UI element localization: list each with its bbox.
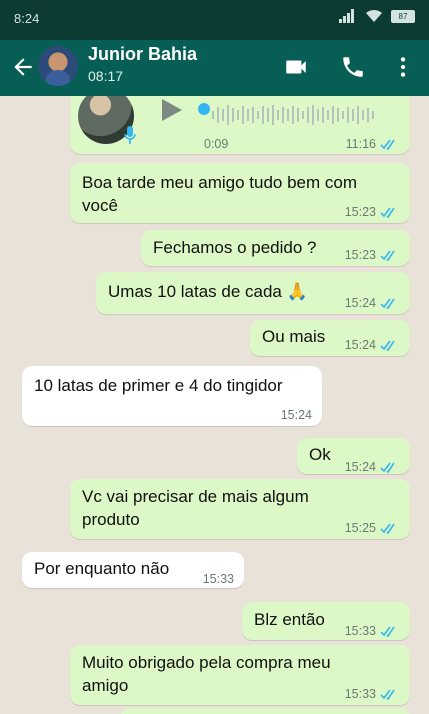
message-text: Ok: [309, 445, 331, 464]
message-text: 10 latas de primer e 4 do tingidor: [34, 376, 283, 395]
read-ticks-icon: [380, 462, 395, 473]
audio-progress-dot[interactable]: [198, 103, 210, 115]
status-icons: 87: [339, 9, 415, 23]
message-bubble[interactable]: Umas 10 latas de cada 🙏 15:24: [96, 272, 410, 314]
voice-call-icon[interactable]: [340, 54, 366, 80]
message-time: 15:24: [344, 338, 376, 352]
message-meta: 11:16: [346, 133, 398, 156]
message-text: Ou mais: [262, 327, 326, 346]
message-meta: 15:33: [345, 683, 398, 706]
microphone-icon: [124, 126, 136, 144]
back-arrow-icon[interactable]: [10, 54, 36, 80]
audio-message[interactable]: 0:09 11:16: [70, 96, 410, 154]
play-icon[interactable]: [158, 96, 184, 124]
message-bubble-partial[interactable]: [120, 708, 410, 714]
message-time: 15:23: [344, 205, 376, 219]
message-meta: 15:24: [281, 404, 312, 427]
message-bubble[interactable]: Ou mais 15:24: [250, 320, 410, 356]
message-text: Muito obrigado pela compra meu amigo: [82, 653, 331, 695]
audio-waveform[interactable]: [190, 102, 390, 128]
signal-icon: [339, 9, 357, 23]
message-bubble[interactable]: Fechamos o pedido ? 15:23: [141, 230, 410, 266]
more-options-icon[interactable]: [390, 54, 416, 80]
contact-subtitle: 08:17: [88, 68, 124, 84]
message-time: 11:16: [345, 137, 376, 151]
message-bubble[interactable]: Vc vai precisar de mais algum produto 15…: [70, 479, 410, 539]
chat-area[interactable]: 0:09 11:16 Boa tarde meu amigo tudo bem …: [0, 96, 429, 714]
message-text: Por enquanto não: [34, 559, 170, 578]
wifi-icon: [366, 9, 382, 22]
read-ticks-icon: [380, 626, 395, 637]
message-text: Vc vai precisar de mais algum produto: [82, 487, 309, 529]
message-time: 15:24: [280, 408, 312, 422]
read-ticks-icon: [380, 523, 395, 534]
read-ticks-icon: [380, 207, 395, 218]
read-ticks-icon: [380, 298, 395, 309]
read-ticks-icon: [380, 340, 395, 351]
battery-indicator: 87: [391, 9, 415, 23]
status-bar: 8:24 87: [0, 0, 429, 40]
message-meta: 15:33: [203, 568, 234, 591]
message-bubble[interactable]: Por enquanto não 15:33: [22, 552, 244, 588]
read-ticks-icon: [380, 139, 395, 150]
message-meta: 15:24: [345, 334, 398, 357]
message-bubble[interactable]: Ok 15:24: [297, 438, 410, 474]
read-ticks-icon: [380, 689, 395, 700]
message-bubble[interactable]: Blz então 15:33: [242, 602, 410, 640]
message-time: 15:25: [344, 521, 376, 535]
message-time: 15:33: [344, 687, 376, 701]
contact-avatar[interactable]: [38, 46, 78, 86]
message-text: Boa tarde meu amigo tudo bem com você: [82, 173, 357, 215]
message-bubble[interactable]: Boa tarde meu amigo tudo bem com você 15…: [70, 163, 410, 223]
message-time: 15:24: [344, 460, 376, 474]
read-ticks-icon: [380, 250, 395, 261]
audio-duration: 0:09: [204, 137, 229, 151]
message-time: 15:33: [344, 624, 376, 638]
message-text: Fechamos o pedido ?: [153, 238, 317, 257]
message-text: Blz então: [254, 610, 325, 629]
contact-name[interactable]: Junior Bahia: [88, 44, 197, 65]
message-bubble[interactable]: Muito obrigado pela compra meu amigo 15:…: [70, 645, 410, 705]
message-meta: 15:24: [345, 456, 398, 479]
message-meta: 15:23: [345, 201, 398, 224]
message-meta: 15:24: [345, 292, 398, 315]
message-bubble[interactable]: 10 latas de primer e 4 do tingidor 15:24: [22, 366, 322, 426]
message-meta: 15:23: [345, 244, 398, 267]
chat-header: Junior Bahia 08:17: [0, 40, 429, 96]
message-meta: 15:33: [345, 620, 398, 643]
message-time: 15:33: [202, 572, 234, 586]
message-time: 15:23: [344, 248, 376, 262]
message-text: Umas 10 latas de cada 🙏: [108, 282, 308, 301]
status-time: 8:24: [14, 11, 40, 26]
message-time: 15:24: [344, 296, 376, 310]
message-meta: 15:25: [345, 517, 398, 540]
video-call-icon[interactable]: [283, 54, 309, 80]
